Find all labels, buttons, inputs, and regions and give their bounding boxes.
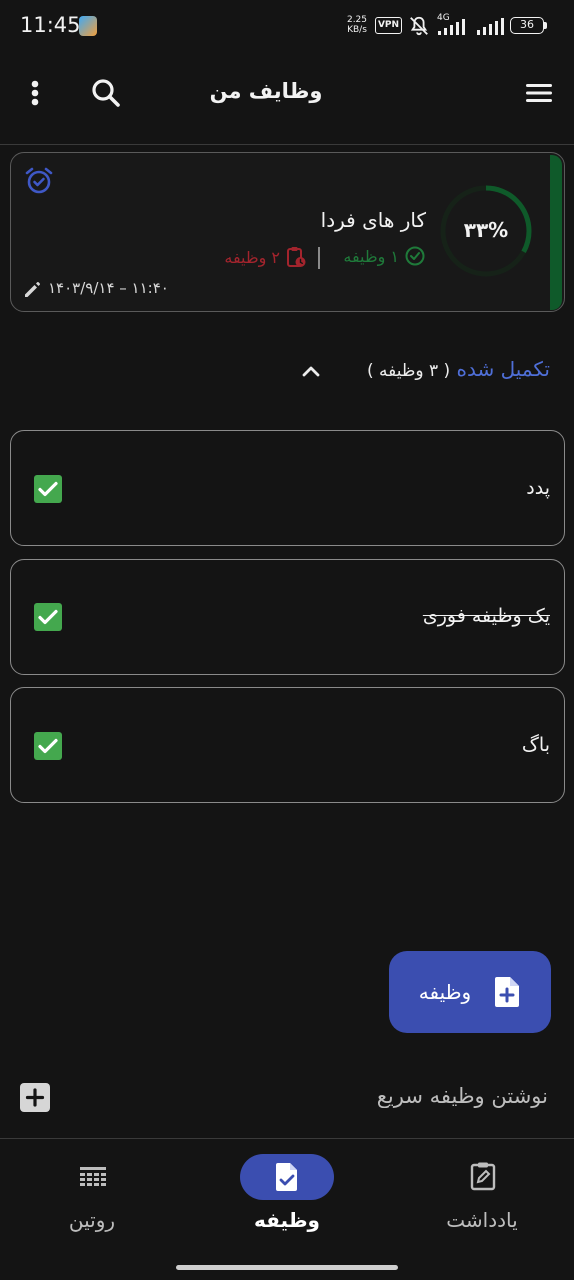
nav-item-tasks[interactable]: وظیفه xyxy=(212,1150,362,1240)
more-vert-icon[interactable] xyxy=(22,78,48,108)
note-edit-icon xyxy=(470,1162,496,1191)
checkmark-icon xyxy=(38,738,58,754)
task-checkbox[interactable] xyxy=(34,475,62,503)
task-checkbox[interactable] xyxy=(34,732,62,760)
alarm-icon[interactable] xyxy=(24,166,54,196)
count-separator xyxy=(318,247,320,269)
category-datetime: ۱۴۰۳/۹/۱۴ – ۱۱:۴۰ xyxy=(48,279,169,297)
routine-grid-icon xyxy=(80,1167,106,1186)
page-title: وظایف من xyxy=(209,79,323,103)
bell-off-icon xyxy=(410,16,428,36)
task-doc-icon xyxy=(276,1163,297,1191)
pending-count-label: ۲ وظیفه xyxy=(224,247,280,267)
nav-item-routine[interactable]: روتین xyxy=(17,1150,167,1240)
nav-label-notes: یادداشت xyxy=(446,1208,518,1232)
battery-tip xyxy=(544,22,547,29)
completed-count: ۱ وظیفه xyxy=(333,246,425,266)
bottom-divider xyxy=(0,1138,574,1139)
task-title: پدد xyxy=(526,477,550,499)
battery-icon: 36 xyxy=(510,17,544,34)
clipboard-clock-icon xyxy=(287,247,306,267)
menu-icon[interactable] xyxy=(523,80,555,106)
edit-pencil-icon[interactable] xyxy=(22,280,42,300)
nav-item-notes[interactable]: یادداشت xyxy=(407,1150,557,1240)
signal-icon xyxy=(438,19,465,35)
completed-section-count: ( ۳ وظیفه ) xyxy=(366,361,451,381)
completed-count-label: ۱ وظیفه xyxy=(343,246,399,266)
signal-icon-2 xyxy=(477,18,504,35)
network-speed: 2.25 KB/s xyxy=(346,15,368,35)
checkmark-icon xyxy=(38,481,58,497)
plus-icon xyxy=(25,1088,45,1107)
nav-label-tasks: وظیفه xyxy=(254,1208,320,1232)
category-accent-bar xyxy=(550,155,562,310)
quick-task-input[interactable] xyxy=(70,1076,548,1116)
fab-label: وظیفه xyxy=(418,980,472,1004)
completed-section-header[interactable]: تکمیل شده ( ۳ وظیفه ) xyxy=(336,357,550,381)
chevron-up-icon[interactable] xyxy=(298,359,324,385)
task-title: یک وظیفه فوری xyxy=(422,605,550,627)
appbar-divider xyxy=(0,144,574,145)
check-circle-icon xyxy=(405,246,425,266)
add-document-icon xyxy=(495,977,520,1007)
checkmark-icon xyxy=(38,609,58,625)
nav-label-routine: روتین xyxy=(68,1208,116,1232)
pending-count: ۲ وظیفه xyxy=(206,246,306,268)
home-indicator[interactable] xyxy=(176,1265,398,1270)
completed-section-title: تکمیل شده xyxy=(456,357,550,381)
vpn-indicator: VPN xyxy=(375,17,402,34)
progress-percent: ۳۳% xyxy=(463,218,509,242)
add-task-fab[interactable]: وظیفه xyxy=(389,951,551,1033)
search-icon[interactable] xyxy=(90,77,122,109)
quick-add-button[interactable] xyxy=(20,1083,50,1112)
task-checkbox[interactable] xyxy=(34,603,62,631)
status-time: 11:45 xyxy=(20,13,81,37)
task-title: باگ xyxy=(521,734,550,756)
category-title: کار های فردا xyxy=(320,208,426,232)
notification-app-icon xyxy=(79,16,97,36)
